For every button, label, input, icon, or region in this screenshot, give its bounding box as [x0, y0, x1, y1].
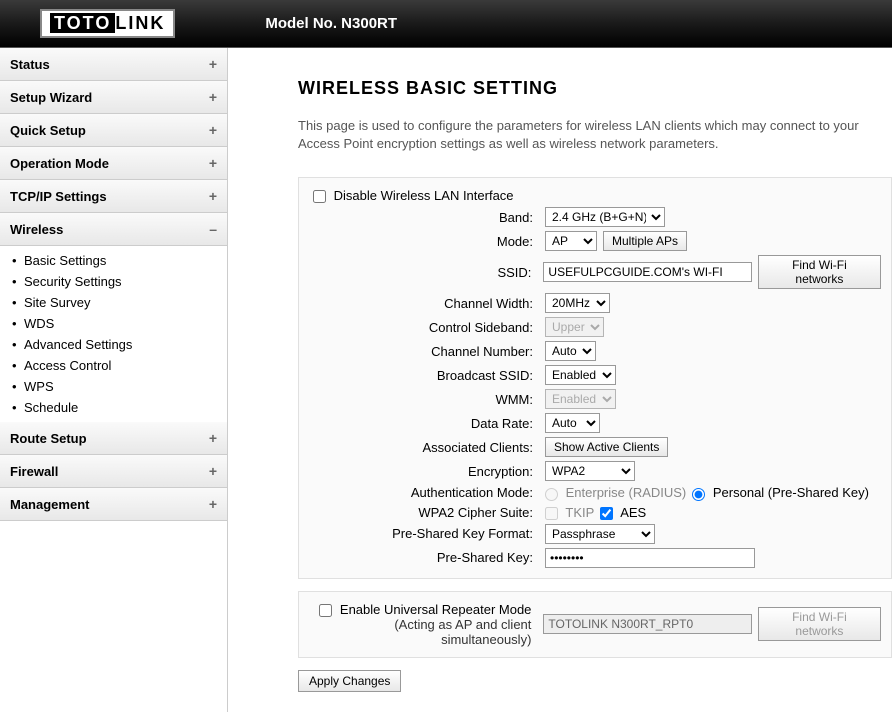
- channel-number-label: Channel Number:: [309, 344, 545, 359]
- auth-personal-radio[interactable]: [692, 488, 705, 501]
- sidebar-item-tcpip[interactable]: TCP/IP Settings +: [0, 180, 227, 213]
- model-number: Model No. N300RT: [265, 15, 397, 32]
- encryption-select[interactable]: WPA2: [545, 461, 635, 481]
- plus-icon: +: [209, 188, 217, 204]
- sidebar-item-route-setup[interactable]: Route Setup +: [0, 422, 227, 455]
- sub-item-access-control[interactable]: Access Control: [0, 355, 227, 376]
- sidebar-label: Route Setup: [10, 431, 87, 446]
- brand-logo: TOTOLINK: [40, 9, 175, 38]
- psk-label: Pre-Shared Key:: [309, 550, 545, 565]
- sidebar-label: TCP/IP Settings: [10, 189, 107, 204]
- wmm-label: WMM:: [309, 392, 545, 407]
- disable-wlan-checkbox[interactable]: [313, 190, 326, 203]
- sub-item-wds[interactable]: WDS: [0, 313, 227, 334]
- aes-checkbox[interactable]: [600, 507, 613, 520]
- plus-icon: +: [209, 155, 217, 171]
- auth-enterprise-option[interactable]: Enterprise (RADIUS): [545, 485, 686, 500]
- sidebar-label: Setup Wizard: [10, 90, 92, 105]
- mode-select[interactable]: AP: [545, 231, 597, 251]
- data-rate-select[interactable]: Auto: [545, 413, 600, 433]
- ssid-label: SSID:: [309, 265, 543, 280]
- enable-repeater-checkbox[interactable]: [319, 604, 332, 617]
- disable-wlan-label: Disable Wireless LAN Interface: [334, 188, 514, 203]
- sidebar-item-quick-setup[interactable]: Quick Setup +: [0, 114, 227, 147]
- sidebar-item-status[interactable]: Status +: [0, 48, 227, 81]
- encryption-label: Encryption:: [309, 464, 545, 479]
- form-section-main: Disable Wireless LAN Interface Band: 2.4…: [298, 177, 892, 578]
- page-title: WIRELESS BASIC SETTING: [298, 78, 892, 99]
- plus-icon: +: [209, 56, 217, 72]
- sub-item-security-settings[interactable]: Security Settings: [0, 271, 227, 292]
- cipher-label: WPA2 Cipher Suite:: [309, 505, 545, 520]
- control-sideband-label: Control Sideband:: [309, 320, 545, 335]
- repeater-sublabel: (Acting as AP and client simultaneously): [309, 617, 531, 647]
- psk-input[interactable]: [545, 548, 755, 568]
- psk-format-select[interactable]: Passphrase: [545, 524, 655, 544]
- logo-suffix: LINK: [115, 13, 165, 33]
- control-sideband-select[interactable]: Upper: [545, 317, 604, 337]
- sidebar-label: Quick Setup: [10, 123, 86, 138]
- tkip-checkbox[interactable]: [545, 507, 558, 520]
- sidebar-label: Status: [10, 57, 50, 72]
- auth-mode-label: Authentication Mode:: [309, 485, 545, 500]
- sidebar-label: Firewall: [10, 464, 58, 479]
- auth-enterprise-radio[interactable]: [545, 488, 558, 501]
- broadcast-ssid-select[interactable]: Enabled: [545, 365, 616, 385]
- plus-icon: +: [209, 496, 217, 512]
- sub-item-wps[interactable]: WPS: [0, 376, 227, 397]
- sidebar-item-management[interactable]: Management +: [0, 488, 227, 521]
- wmm-select[interactable]: Enabled: [545, 389, 616, 409]
- band-select[interactable]: 2.4 GHz (B+G+N): [545, 207, 665, 227]
- repeater-section: Enable Universal Repeater Mode (Acting a…: [298, 591, 892, 658]
- plus-icon: +: [209, 430, 217, 446]
- minus-icon: –: [209, 221, 217, 237]
- sub-item-basic-settings[interactable]: Basic Settings: [0, 250, 227, 271]
- content-area: WIRELESS BASIC SETTING This page is used…: [228, 48, 892, 712]
- apply-changes-button[interactable]: Apply Changes: [298, 670, 401, 692]
- sidebar-item-wireless[interactable]: Wireless –: [0, 213, 227, 246]
- sidebar-item-firewall[interactable]: Firewall +: [0, 455, 227, 488]
- sidebar: Status + Setup Wizard + Quick Setup + Op…: [0, 48, 228, 712]
- cipher-tkip-option[interactable]: TKIP: [545, 505, 594, 520]
- repeater-ssid-input: [543, 614, 751, 634]
- auth-personal-option[interactable]: Personal (Pre-Shared Key): [692, 485, 869, 500]
- band-label: Band:: [309, 210, 545, 225]
- page-description: This page is used to configure the param…: [298, 117, 892, 153]
- find-wifi-button[interactable]: Find Wi-Fi networks: [758, 255, 881, 289]
- channel-number-select[interactable]: Auto: [545, 341, 596, 361]
- sidebar-label: Management: [10, 497, 89, 512]
- logo-prefix: TOTO: [50, 13, 115, 33]
- sub-item-advanced-settings[interactable]: Advanced Settings: [0, 334, 227, 355]
- repeater-find-wifi-button: Find Wi-Fi networks: [758, 607, 881, 641]
- ssid-input[interactable]: [543, 262, 751, 282]
- associated-clients-label: Associated Clients:: [309, 440, 545, 455]
- sub-item-site-survey[interactable]: Site Survey: [0, 292, 227, 313]
- header-bar: TOTOLINK Model No. N300RT: [0, 0, 892, 48]
- multiple-aps-button[interactable]: Multiple APs: [603, 231, 687, 251]
- sidebar-label: Operation Mode: [10, 156, 109, 171]
- plus-icon: +: [209, 122, 217, 138]
- psk-format-label: Pre-Shared Key Format:: [309, 526, 545, 541]
- plus-icon: +: [209, 89, 217, 105]
- sidebar-label: Wireless: [10, 222, 63, 237]
- data-rate-label: Data Rate:: [309, 416, 545, 431]
- cipher-aes-option[interactable]: AES: [600, 505, 646, 520]
- mode-label: Mode:: [309, 234, 545, 249]
- channel-width-select[interactable]: 20MHz: [545, 293, 610, 313]
- sidebar-item-setup-wizard[interactable]: Setup Wizard +: [0, 81, 227, 114]
- channel-width-label: Channel Width:: [309, 296, 545, 311]
- plus-icon: +: [209, 463, 217, 479]
- sub-item-schedule[interactable]: Schedule: [0, 397, 227, 418]
- enable-repeater-label: Enable Universal Repeater Mode: [340, 602, 532, 617]
- wireless-submenu: Basic Settings Security Settings Site Su…: [0, 246, 227, 422]
- sidebar-item-operation-mode[interactable]: Operation Mode +: [0, 147, 227, 180]
- broadcast-ssid-label: Broadcast SSID:: [309, 368, 545, 383]
- show-active-clients-button[interactable]: Show Active Clients: [545, 437, 668, 457]
